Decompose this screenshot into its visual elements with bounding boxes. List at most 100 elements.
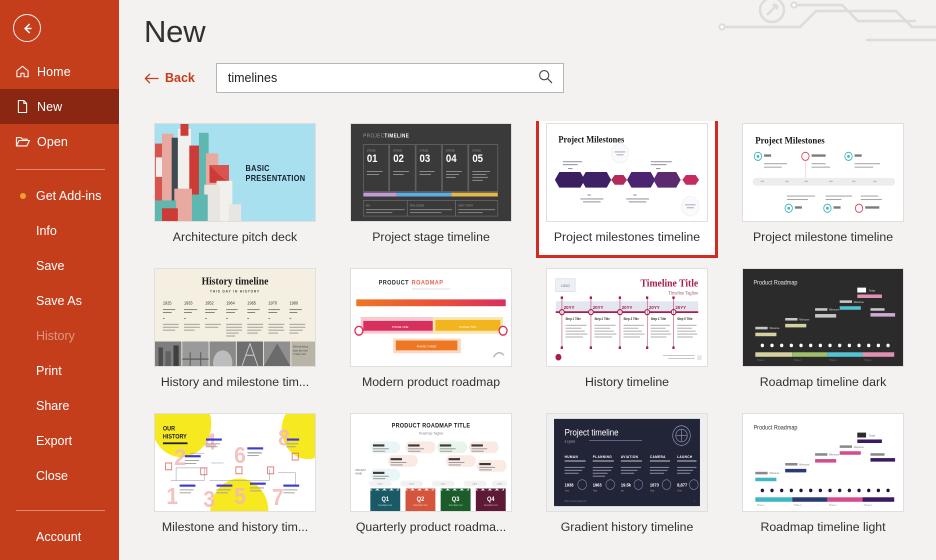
svg-text:HISTORY: HISTORY xyxy=(163,434,187,440)
sidebar-item-label: Export xyxy=(36,433,73,448)
template-row: BASIC PRESENTATION Architecture pitch de… xyxy=(144,121,936,258)
svg-text:1964: 1964 xyxy=(226,300,235,305)
svg-text:Phase 4: Phase 4 xyxy=(864,505,872,507)
svg-text:1933: 1933 xyxy=(184,300,193,305)
svg-text:BASIC: BASIC xyxy=(246,164,270,173)
svg-text:Phase 1: Phase 1 xyxy=(757,360,765,362)
sidebar-item-label: Print xyxy=(36,363,62,378)
search-button[interactable] xyxy=(529,64,563,92)
svg-text:Year: Year xyxy=(650,489,655,492)
svg-text:km: km xyxy=(621,489,624,492)
powerpoint-backstage-window: Home New Open Get Add-ins Info Save Save… xyxy=(0,0,936,560)
sidebar-item-open[interactable]: Open xyxy=(0,124,119,159)
sidebar-item-close[interactable]: Close xyxy=(0,458,119,493)
template-card-architecture-pitch-deck[interactable]: BASIC PRESENTATION Architecture pitch de… xyxy=(144,121,326,258)
template-caption: Roadmap timeline dark xyxy=(759,375,887,389)
new-document-icon xyxy=(15,99,37,114)
template-caption: Project milestone timeline xyxy=(752,230,894,244)
back-button[interactable]: Back xyxy=(144,71,195,85)
template-card-gradient-history-timeline[interactable]: Project timeline a | goes HUMAN PLANNING A… xyxy=(536,403,718,548)
svg-text:AVIATION: AVIATION xyxy=(621,455,639,459)
search-input[interactable] xyxy=(216,64,529,92)
svg-text:ROADMAP: ROADMAP xyxy=(412,280,444,286)
sidebar-item-label: Account xyxy=(36,529,82,544)
search-box[interactable] xyxy=(215,63,564,93)
svg-text:Milestone: Milestone xyxy=(769,327,780,330)
sidebar-item-new[interactable]: New xyxy=(0,89,119,124)
sidebar-item-save[interactable]: Save xyxy=(0,248,119,283)
svg-text:03: 03 xyxy=(420,154,431,166)
svg-text:Milestone: Milestone xyxy=(799,463,810,466)
template-thumbnail: Product Roadmap Milestone Milestone Mile… xyxy=(742,268,904,367)
svg-text:5: 5 xyxy=(234,483,246,509)
svg-text:4: 4 xyxy=(204,428,216,454)
svg-text:THIS DAY IN HISTORY: THIS DAY IN HISTORY xyxy=(210,289,260,293)
template-card-project-milestones-timeline[interactable]: Project Milestones Project milestones ti… xyxy=(536,121,718,258)
svg-text:1970: 1970 xyxy=(268,300,277,305)
svg-text:CAMERA: CAMERA xyxy=(650,455,666,459)
svg-text:Q3: Q3 xyxy=(452,497,460,503)
svg-text:DATE: DATE xyxy=(497,482,503,485)
template-caption: Modern product roadmap xyxy=(361,375,501,389)
svg-text:04: 04 xyxy=(446,154,457,166)
template-card-modern-product-roadmap[interactable]: PRODUCT ROADMAP PHASE ONE PHASE TWO PHAS… xyxy=(340,258,522,403)
template-card-roadmap-timeline-dark[interactable]: Product Roadmap Milestone Milestone Mile… xyxy=(732,258,914,403)
svg-text:Product Roadmap: Product Roadmap xyxy=(754,280,798,286)
svg-text:Year: Year xyxy=(593,489,598,492)
svg-text:PHASE TWO: PHASE TWO xyxy=(460,325,477,329)
template-card-project-stage-timeline[interactable]: PROJECT TIMELINE STAGE STAGE STAGE STAGE… xyxy=(340,121,522,258)
sidebar-item-save-as[interactable]: Save As xyxy=(0,283,119,318)
template-caption: Project stage timeline xyxy=(372,230,490,244)
svg-text:Phase 1: Phase 1 xyxy=(757,505,765,507)
svg-text:20YY: 20YY xyxy=(675,305,687,310)
open-folder-icon xyxy=(15,134,37,149)
svg-text:6: 6 xyxy=(234,442,246,468)
sidebar-item-info[interactable]: Info xyxy=(0,213,119,248)
sidebar-item-home[interactable]: Home xyxy=(0,54,119,89)
template-card-project-milestone-timeline[interactable]: Project Milestones Project milestone tim… xyxy=(732,121,914,258)
template-card-quarterly-product-roadmap[interactable]: PRODUCT ROADMAP TITLE Roadmap Tagline PR… xyxy=(340,403,522,548)
sidebar-divider-bottom xyxy=(16,510,105,511)
svg-text:Phase 3: Phase 3 xyxy=(829,505,837,507)
template-thumbnail: LOGO Timeline Title Timeline Tagline 20Y… xyxy=(546,268,708,367)
svg-text:20YY: 20YY xyxy=(593,305,605,310)
template-card-history-timeline[interactable]: LOGO Timeline Title Timeline Tagline 20Y… xyxy=(536,258,718,403)
sidebar-item-print[interactable]: Print xyxy=(0,353,119,388)
back-button-label: Back xyxy=(165,71,195,85)
svg-text:Project Milestones: Project Milestones xyxy=(558,134,624,145)
sidebar-item-share[interactable]: Share xyxy=(0,388,119,423)
backstage-main-pane: New Back timelines BASIC PRESENTATION Ar… xyxy=(119,0,936,560)
back-arrow-circle-icon[interactable] xyxy=(13,14,41,42)
template-thumbnail: PROJECT TIMELINE STAGE STAGE STAGE STAGE… xyxy=(350,123,512,222)
template-thumbnail: PRODUCT ROADMAP PHASE ONE PHASE TWO PHAS… xyxy=(350,268,512,367)
svg-text:about this event: about this event xyxy=(293,349,308,352)
svg-text:STAGE: STAGE xyxy=(367,148,376,152)
home-icon xyxy=(15,64,37,79)
search-row: Back xyxy=(119,52,936,93)
sidebar-item-export[interactable]: Export xyxy=(0,423,119,458)
page-title: New xyxy=(144,14,206,49)
template-caption: Gradient history timeline xyxy=(560,520,694,534)
sidebar-bottom-group: Account xyxy=(0,510,119,560)
template-card-milestone-and-history-timeline[interactable]: OUR HISTORY 2468 1357 Milestone and hist… xyxy=(144,403,326,548)
svg-text:Milestone: Milestone xyxy=(799,318,810,321)
template-caption: Milestone and history tim... xyxy=(161,520,309,534)
sidebar-item-label: Info xyxy=(36,223,57,238)
template-card-roadmap-timeline-light[interactable]: Product Roadmap Milestone Milestone Mile… xyxy=(732,403,914,548)
svg-text:Q2: Q2 xyxy=(417,497,425,503)
template-card-history-and-milestone-timeline[interactable]: History timeline THIS DAY IN HISTORY 192… xyxy=(144,258,326,403)
svg-text:Description text: Description text xyxy=(378,504,392,507)
template-row: History timeline THIS DAY IN HISTORY 192… xyxy=(144,258,936,403)
svg-text:STAGE: STAGE xyxy=(420,148,429,152)
sidebar-item-get-add-ins[interactable]: Get Add-ins xyxy=(0,178,119,213)
sidebar-item-account[interactable]: Account xyxy=(0,519,119,554)
template-gallery[interactable]: Blank Presentation Welcome to PowerPoint… xyxy=(144,121,936,560)
svg-text:Milestone: Milestone xyxy=(769,472,780,475)
svg-text:1938: 1938 xyxy=(565,482,575,487)
svg-text:Phase 3: Phase 3 xyxy=(829,360,837,362)
svg-text:History timeline: History timeline xyxy=(202,276,269,288)
svg-text:Step 4 Title: Step 4 Title xyxy=(651,317,667,321)
svg-text:Milestone: Milestone xyxy=(854,301,865,304)
svg-text:OUR: OUR xyxy=(163,426,176,432)
svg-text:STAGE: STAGE xyxy=(472,148,481,152)
